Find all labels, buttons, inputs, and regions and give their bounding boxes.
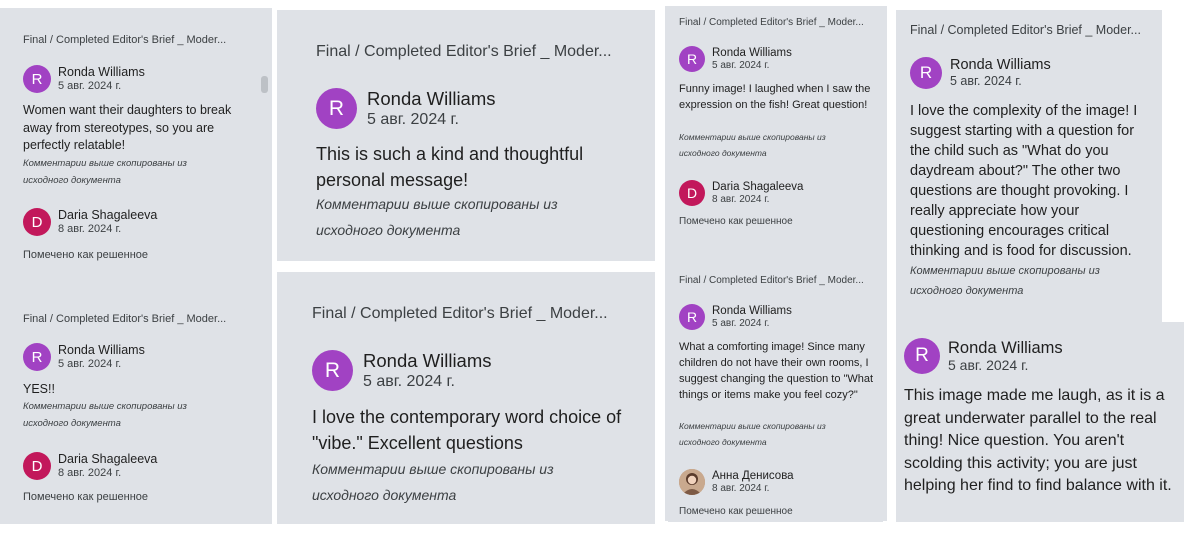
author-name: Ronda Williams: [58, 64, 145, 79]
comment-text: Funny image! I laughed when I saw the ex…: [679, 83, 871, 111]
comment-date: 8 авг. 2024 г.: [58, 223, 122, 236]
avatar[interactable]: R: [679, 304, 705, 330]
copied-note: Комментарии выше скопированы из исходног…: [312, 461, 554, 503]
document-title[interactable]: Final / Completed Editor's Brief _ Moder…: [316, 43, 631, 61]
comment-text: This image made me laugh, as it is a gre…: [904, 387, 1172, 494]
resolver-header: D Daria Shagaleeva 8 авг. 2024 г.: [23, 452, 157, 480]
comment-text: I love the contemporary word choice of "…: [312, 407, 622, 453]
comment-date: 8 авг. 2024 г.: [58, 467, 122, 480]
author-name: Ronda Williams: [948, 338, 1063, 357]
comment-header: R Ronda Williams 5 авг. 2024 г.: [679, 304, 792, 330]
author-name: Ronda Williams: [950, 56, 1051, 73]
comment-header: R Ronda Williams 5 авг. 2024 г.: [679, 46, 792, 72]
comment-thread-card[interactable]: Final / Completed Editor's Brief _ Moder…: [9, 18, 245, 282]
comment-date: 5 авг. 2024 г.: [950, 73, 1022, 88]
author-name: Ronda Williams: [712, 304, 792, 317]
comment-date: 5 авг. 2024 г.: [363, 372, 455, 390]
avatar[interactable]: R: [312, 350, 353, 391]
avatar[interactable]: D: [679, 180, 705, 206]
resolved-status: Помечено как решенное: [23, 249, 149, 261]
resolver-header: Анна Денисова 8 авг. 2024 г.: [679, 469, 794, 495]
document-title[interactable]: Final / Completed Editor's Brief _ Moder…: [679, 17, 874, 28]
copied-note: Комментарии выше скопированы из исходног…: [316, 196, 558, 238]
comment-text: What a comforting image! Since many chil…: [679, 341, 874, 401]
comment-text: This is such a kind and thoughtful perso…: [316, 144, 584, 190]
comment-date: 5 авг. 2024 г.: [367, 110, 459, 128]
document-title[interactable]: Final / Completed Editor's Brief _ Moder…: [23, 313, 235, 325]
copied-note: Комментарии выше скопированы из исходног…: [23, 158, 187, 186]
comment-thread-card[interactable]: Final / Completed Editor's Brief _ Moder…: [9, 296, 245, 524]
comment-thread-card[interactable]: Final / Completed Editor's Brief _ Moder…: [295, 18, 640, 261]
avatar[interactable]: R: [23, 343, 51, 371]
comment-thread-card[interactable]: Final / Completed Editor's Brief _ Moder…: [668, 260, 883, 522]
comment-date: 5 авг. 2024 г.: [58, 80, 122, 93]
copied-note: Комментарии выше скопированы из исходног…: [679, 132, 826, 158]
copied-note: Комментарии выше скопированы из исходног…: [679, 421, 826, 447]
comment-header: R Ronda Williams 5 авг. 2024 г.: [904, 338, 1063, 374]
author-name: Ronda Williams: [58, 342, 145, 357]
resolved-status: Помечено как решенное: [679, 506, 793, 517]
comment-header: R Ronda Williams 5 авг. 2024 г.: [316, 88, 496, 129]
document-title[interactable]: Final / Completed Editor's Brief _ Moder…: [312, 305, 634, 323]
document-title[interactable]: Final / Completed Editor's Brief _ Moder…: [23, 34, 235, 46]
author-name: Daria Shagaleeva: [58, 207, 158, 222]
resolver-header: D Daria Shagaleeva 8 авг. 2024 г.: [679, 180, 803, 206]
resolver-header: D Daria Shagaleeva 8 авг. 2024 г.: [23, 208, 157, 236]
comment-thread-card[interactable]: Final / Completed Editor's Brief _ Moder…: [668, 6, 883, 246]
comment-text: Women want their daughters to break away…: [23, 103, 232, 152]
copied-note: Комментарии выше скопированы из исходног…: [23, 401, 187, 429]
document-title[interactable]: Final / Completed Editor's Brief _ Moder…: [910, 23, 1155, 37]
author-name: Ronda Williams: [712, 46, 792, 59]
comment-header: R Ronda Williams 5 авг. 2024 г.: [312, 350, 492, 391]
avatar[interactable]: R: [23, 65, 51, 93]
comment-text: YES!!: [23, 382, 55, 396]
avatar[interactable]: D: [23, 208, 51, 236]
comment-header: R Ronda Williams 5 авг. 2024 г.: [23, 65, 145, 93]
comment-thread-card[interactable]: Final / Completed Editor's Brief _ Moder…: [291, 281, 643, 524]
resolved-status: Помечено как решенное: [23, 491, 149, 503]
comment-header: R Ronda Williams 5 авг. 2024 г.: [23, 343, 145, 371]
comment-thread-card[interactable]: R Ronda Williams 5 авг. 2024 г. This ima…: [896, 322, 1184, 522]
comment-date: 5 авг. 2024 г.: [712, 60, 770, 72]
avatar[interactable]: R: [904, 338, 940, 374]
comment-date: 5 авг. 2024 г.: [948, 356, 1029, 373]
avatar[interactable]: R: [679, 46, 705, 72]
copied-note: Комментарии выше скопированы из исходног…: [910, 265, 1100, 297]
avatar[interactable]: D: [23, 452, 51, 480]
avatar[interactable]: R: [910, 57, 942, 89]
resolved-status: Помечено как решенное: [679, 216, 793, 227]
user-photo-avatar[interactable]: [679, 469, 705, 495]
comment-date: 5 авг. 2024 г.: [58, 358, 122, 371]
comment-thread-card[interactable]: Final / Completed Editor's Brief _ Moder…: [896, 10, 1162, 322]
comment-text: I love the complexity of the image! I su…: [910, 103, 1138, 259]
comment-date: 5 авг. 2024 г.: [712, 318, 770, 330]
author-name: Ronda Williams: [367, 87, 496, 109]
author-name: Daria Shagaleeva: [58, 451, 158, 466]
author-name: Анна Денисова: [712, 469, 794, 482]
author-name: Daria Shagaleeva: [712, 180, 804, 193]
comment-header: R Ronda Williams 5 авг. 2024 г.: [910, 57, 1051, 89]
document-title[interactable]: Final / Completed Editor's Brief _ Moder…: [679, 275, 874, 286]
comment-date: 8 авг. 2024 г.: [712, 483, 770, 495]
scrollbar-thumb[interactable]: [261, 76, 268, 93]
avatar[interactable]: R: [316, 88, 357, 129]
author-name: Ronda Williams: [363, 349, 492, 371]
comment-date: 8 авг. 2024 г.: [712, 194, 770, 206]
